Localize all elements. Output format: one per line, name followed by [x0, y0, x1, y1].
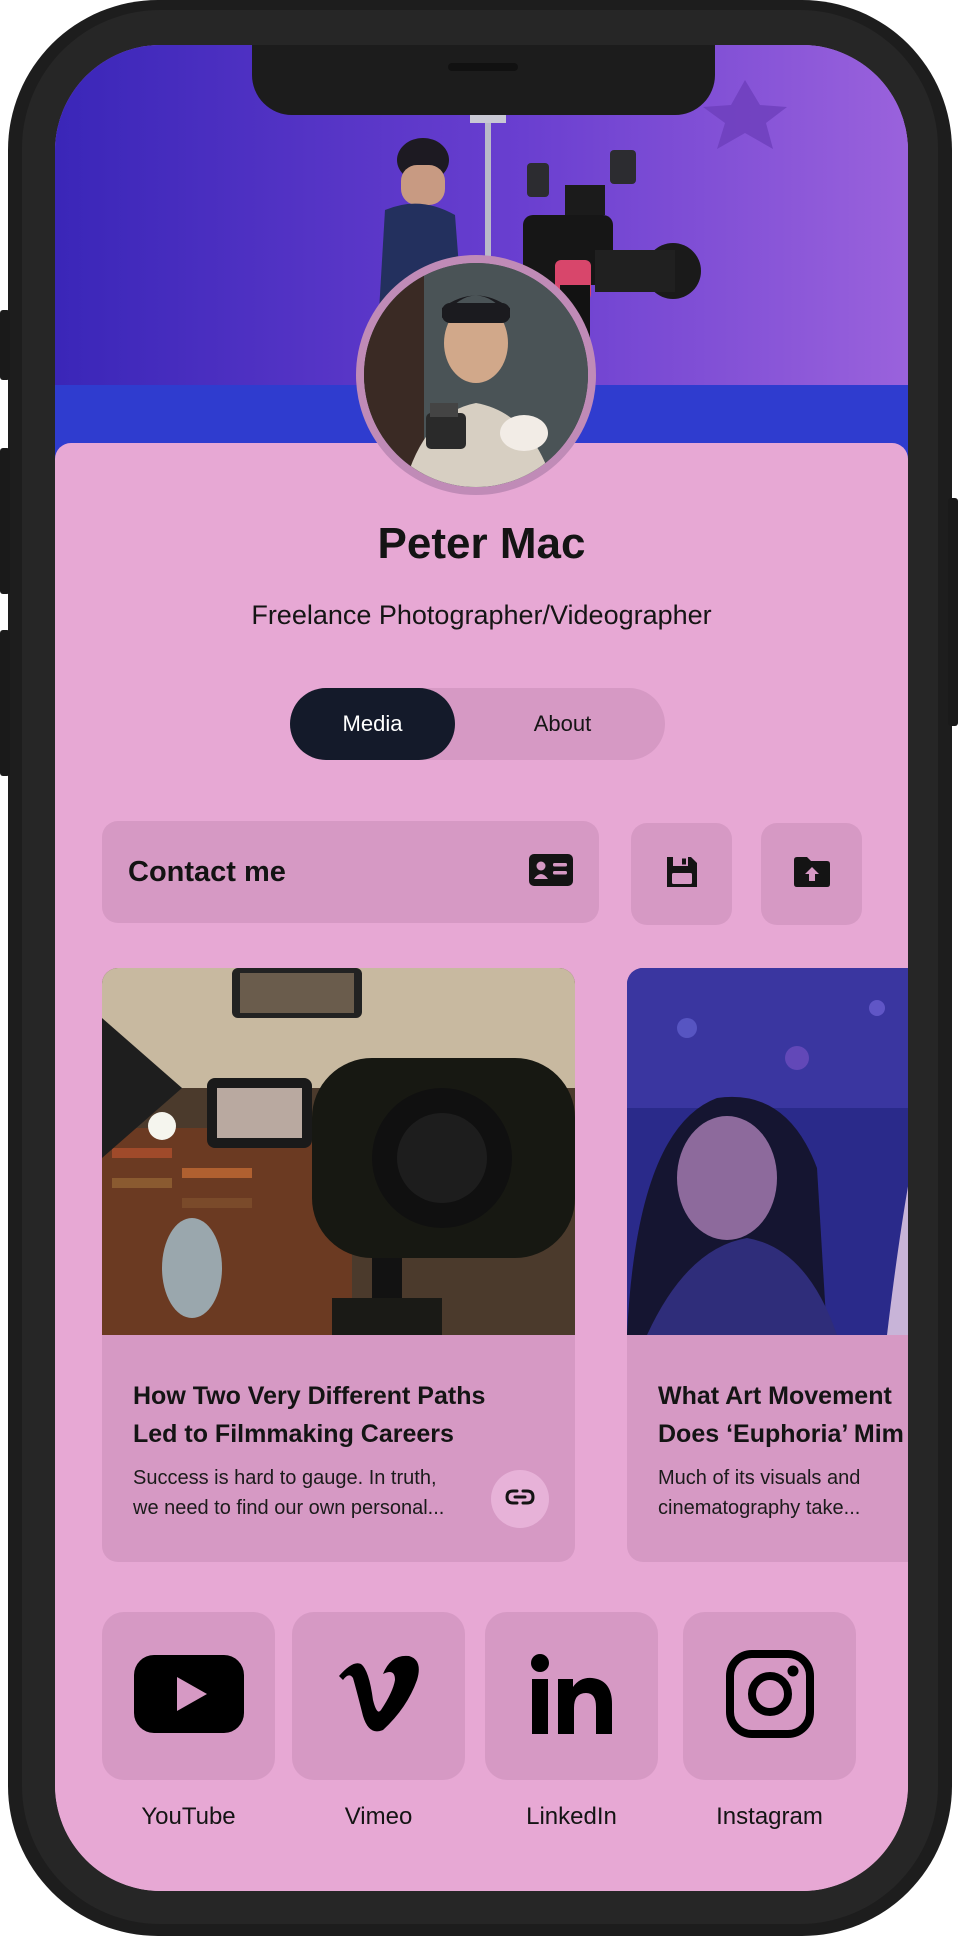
avatar [356, 255, 596, 495]
contact-me-button[interactable]: Contact me [102, 821, 599, 923]
linkedin-icon [530, 1653, 614, 1739]
tab-switcher: Media About [290, 688, 665, 760]
instagram-icon [725, 1649, 815, 1744]
link-icon [505, 1489, 535, 1510]
article-title-line: Does ‘Euphoria’ Mim [658, 1420, 904, 1448]
volume-up-button [0, 448, 10, 594]
vimeo-label: Vimeo [344, 1803, 413, 1830]
article-excerpt-line: Much of its visuals and [658, 1467, 861, 1489]
mute-switch [0, 310, 10, 380]
earpiece-speaker [448, 63, 518, 71]
tab-media[interactable]: Media [290, 688, 455, 760]
instagram-button[interactable] [683, 1612, 856, 1780]
power-button [948, 498, 958, 726]
linkedin-button[interactable] [485, 1612, 658, 1780]
linkedin-label: LinkedIn [526, 1803, 617, 1830]
notch [252, 45, 715, 115]
contact-me-label: Contact me [128, 855, 286, 888]
avatar-portrait [364, 263, 588, 487]
article-excerpt-line: we need to find our own personal... [133, 1497, 445, 1519]
youtube-icon [133, 1654, 244, 1738]
floppy-disk-icon [664, 854, 700, 895]
profile-title: Freelance Photographer/Videographer [251, 600, 712, 630]
volume-down-button [0, 630, 10, 776]
article-excerpt: Success is hard to gauge. In truth, we n… [133, 1463, 463, 1523]
article-image [102, 968, 575, 1335]
article-title-line: Led to Filmmaking Careers [133, 1420, 454, 1448]
article-excerpt: Much of its visuals and cinematography t… [658, 1463, 908, 1523]
share-profile-button[interactable] [761, 823, 862, 925]
profile-name: Peter Mac [377, 519, 586, 568]
folder-upload-icon [792, 856, 832, 893]
article-title-line: How Two Very Different Paths [133, 1382, 486, 1410]
youtube-label: YouTube [141, 1803, 236, 1830]
article-card[interactable]: What Art Movement Does ‘Euphoria’ Mim Mu… [627, 968, 908, 1562]
article-title: How Two Very Different Paths Led to Film… [133, 1377, 544, 1453]
vimeo-button[interactable] [292, 1612, 465, 1780]
article-card[interactable]: How Two Very Different Paths Led to Film… [102, 968, 575, 1562]
phone-screen: Peter Mac Freelance Photographer/Videogr… [55, 45, 908, 1891]
article-title: What Art Movement Does ‘Euphoria’ Mim [658, 1377, 908, 1453]
vimeo-icon [335, 1654, 423, 1739]
article-excerpt-line: cinematography take... [658, 1497, 861, 1519]
article-image [627, 968, 908, 1335]
youtube-button[interactable] [102, 1612, 275, 1780]
instagram-label: Instagram [716, 1803, 823, 1830]
tab-about[interactable]: About [480, 688, 645, 760]
contact-card-icon [529, 853, 573, 891]
article-excerpt-line: Success is hard to gauge. In truth, [133, 1467, 437, 1489]
article-title-line: What Art Movement [658, 1382, 892, 1410]
article-link-button[interactable] [491, 1470, 549, 1528]
save-contact-button[interactable] [631, 823, 732, 925]
